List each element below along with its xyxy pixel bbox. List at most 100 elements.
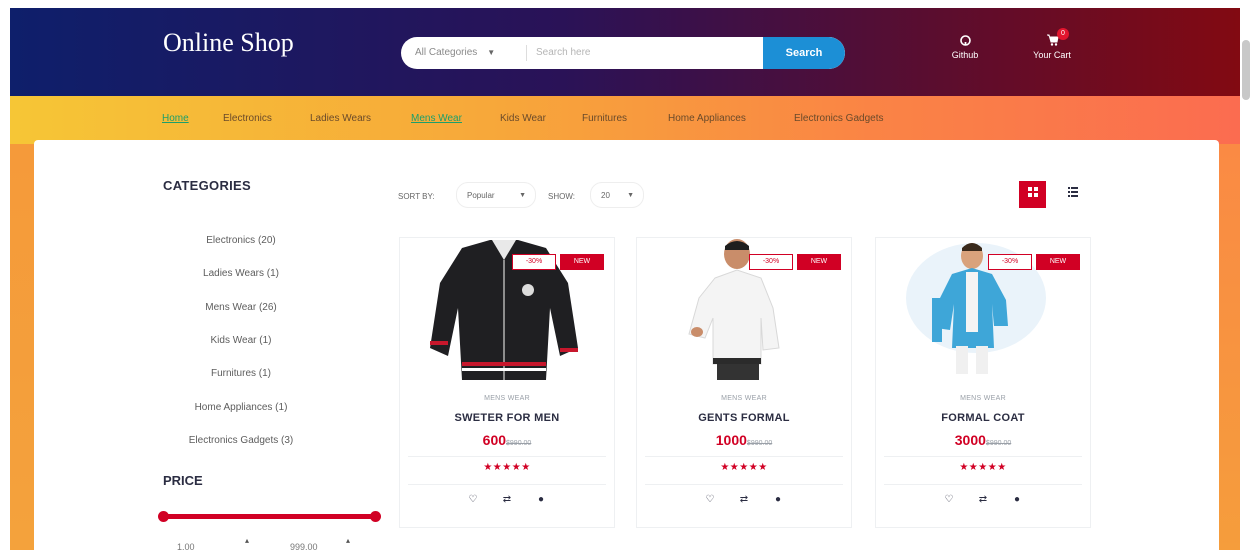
product-actions: ♡ ⇄ ● — [876, 494, 1090, 505]
github-link[interactable]: Github — [942, 34, 988, 60]
show-select[interactable]: 20 ▼ — [590, 182, 644, 208]
product-price: 3000 — [954, 432, 986, 448]
github-label: Github — [951, 50, 979, 60]
category-link[interactable]: Electronics (20) — [163, 235, 319, 246]
new-badge: NEW — [560, 254, 604, 270]
nav-item-home[interactable]: Home — [162, 113, 189, 124]
show-label: SHOW: — [548, 192, 575, 201]
price-title: PRICE — [163, 473, 203, 488]
cart-link[interactable]: Your Cart 0 — [1024, 28, 1080, 60]
heart-icon[interactable]: ♡ — [456, 494, 490, 505]
category-link[interactable]: Furnitures (1) — [163, 368, 319, 379]
discount-badge: -30% — [749, 254, 793, 270]
search-button[interactable]: Search — [763, 37, 845, 69]
nav-item-home-appliances[interactable]: Home Appliances — [668, 113, 746, 124]
cart-icon — [1024, 34, 1080, 50]
search-input[interactable]: Search here — [536, 37, 756, 69]
heart-icon[interactable]: ♡ — [932, 494, 966, 505]
new-badge: NEW — [797, 254, 841, 270]
scrollbar[interactable] — [1242, 40, 1250, 100]
price-row: 600$990.00 — [400, 432, 614, 450]
rating-stars: ★★★★★ — [483, 462, 531, 473]
category-link[interactable]: Mens Wear (26) — [163, 302, 319, 313]
price-row: 1000$990.00 — [637, 432, 851, 450]
new-badge: NEW — [1036, 254, 1080, 270]
category-link[interactable]: Kids Wear (1) — [163, 335, 319, 346]
category-link[interactable]: Ladies Wears (1) — [163, 268, 319, 279]
chevron-down-icon: ▼ — [487, 48, 496, 57]
product-card[interactable]: -30% NEW MENS WEAR GENTS FORMAL 1000$990… — [636, 237, 852, 528]
grid-view-button[interactable] — [1019, 181, 1046, 208]
page: Online Shop All Categories ▼ Search here … — [0, 0, 1250, 550]
nav-item-kids-wear[interactable]: Kids Wear — [500, 113, 546, 124]
product-category: MENS WEAR — [960, 395, 1006, 402]
product-old-price: $990.00 — [985, 440, 1012, 447]
heart-icon[interactable]: ♡ — [693, 494, 727, 505]
nav-item-electronics[interactable]: Electronics — [223, 113, 272, 124]
github-icon — [942, 34, 988, 50]
product-actions: ♡ ⇄ ● — [400, 494, 614, 505]
list-view-icon — [1067, 187, 1078, 200]
product-name[interactable]: SWETER FOR MEN — [400, 412, 614, 424]
product-price: 1000 — [715, 432, 747, 448]
stepper-up-icon[interactable]: ▴ — [346, 536, 350, 545]
stepper-up-icon[interactable]: ▴ — [245, 536, 249, 545]
categories-title: CATEGORIES — [163, 178, 251, 193]
nav-item-ladies-wears[interactable]: Ladies Wears — [310, 113, 371, 124]
chevron-down-icon: ▼ — [519, 192, 526, 199]
product-category: MENS WEAR — [484, 395, 530, 402]
product-category: MENS WEAR — [721, 395, 767, 402]
product-card[interactable]: -30% NEW MENS WEAR FORMAL COAT 3000$990.… — [875, 237, 1091, 528]
price-slider-min-handle[interactable] — [158, 511, 169, 522]
rating-stars: ★★★★★ — [959, 462, 1007, 473]
category-nav: Home Electronics Ladies Wears Mens Wear … — [10, 96, 1240, 144]
discount-badge: -30% — [988, 254, 1032, 270]
sort-select-value: Popular — [467, 191, 495, 200]
show-select-value: 20 — [601, 191, 610, 200]
compare-icon[interactable]: ⇄ — [490, 494, 524, 505]
product-actions: ♡ ⇄ ● — [637, 494, 851, 505]
eye-icon[interactable]: ● — [524, 494, 558, 505]
nav-item-electronics-gadgets[interactable]: Electronics Gadgets — [794, 113, 884, 124]
divider — [645, 456, 843, 457]
divider — [884, 456, 1082, 457]
grid-view-icon — [1027, 187, 1038, 200]
sort-select[interactable]: Popular ▼ — [456, 182, 536, 208]
compare-icon[interactable]: ⇄ — [966, 494, 1000, 505]
price-slider-max-handle[interactable] — [370, 511, 381, 522]
sort-label: SORT BY: — [398, 192, 435, 201]
rating-stars: ★★★★★ — [720, 462, 768, 473]
category-link[interactable]: Home Appliances (1) — [163, 402, 319, 413]
divider — [408, 456, 606, 457]
product-old-price: $990.00 — [506, 440, 532, 447]
product-price: 600 — [482, 432, 507, 448]
nav-item-mens-wear[interactable]: Mens Wear — [411, 113, 462, 124]
side-background-left — [10, 144, 34, 550]
nav-item-furnitures[interactable]: Furnitures — [582, 113, 627, 124]
category-link[interactable]: Electronics Gadgets (3) — [163, 435, 319, 446]
chevron-down-icon: ▼ — [627, 192, 634, 199]
price-min-value: 1.00 — [177, 542, 195, 550]
product-card[interactable]: -30% NEW MENS WEAR SWETER FOR MEN 600$99… — [399, 237, 615, 528]
side-background-right — [1219, 144, 1240, 550]
discount-badge: -30% — [512, 254, 556, 270]
price-max-value: 999.00 — [290, 542, 318, 550]
compare-icon[interactable]: ⇄ — [727, 494, 761, 505]
header-bar: Online Shop All Categories ▼ Search here … — [10, 8, 1240, 96]
category-select[interactable]: All Categories ▼ — [415, 37, 495, 69]
price-max-input[interactable]: 999.00 ▴ — [276, 536, 356, 550]
product-name[interactable]: FORMAL COAT — [876, 412, 1090, 424]
price-slider-track[interactable] — [162, 514, 376, 519]
divider — [526, 45, 527, 61]
divider — [884, 484, 1082, 485]
product-name[interactable]: GENTS FORMAL — [637, 412, 851, 424]
price-min-input[interactable]: 1.00 ▴ — [163, 536, 249, 550]
category-select-value: All Categories — [415, 47, 478, 58]
price-row: 3000$990.00 — [876, 432, 1090, 450]
eye-icon[interactable]: ● — [761, 494, 795, 505]
list-view-button[interactable] — [1059, 181, 1086, 208]
eye-icon[interactable]: ● — [1000, 494, 1034, 505]
divider — [645, 484, 843, 485]
cart-count-badge: 0 — [1057, 28, 1069, 40]
logo[interactable]: Online Shop — [163, 28, 294, 58]
